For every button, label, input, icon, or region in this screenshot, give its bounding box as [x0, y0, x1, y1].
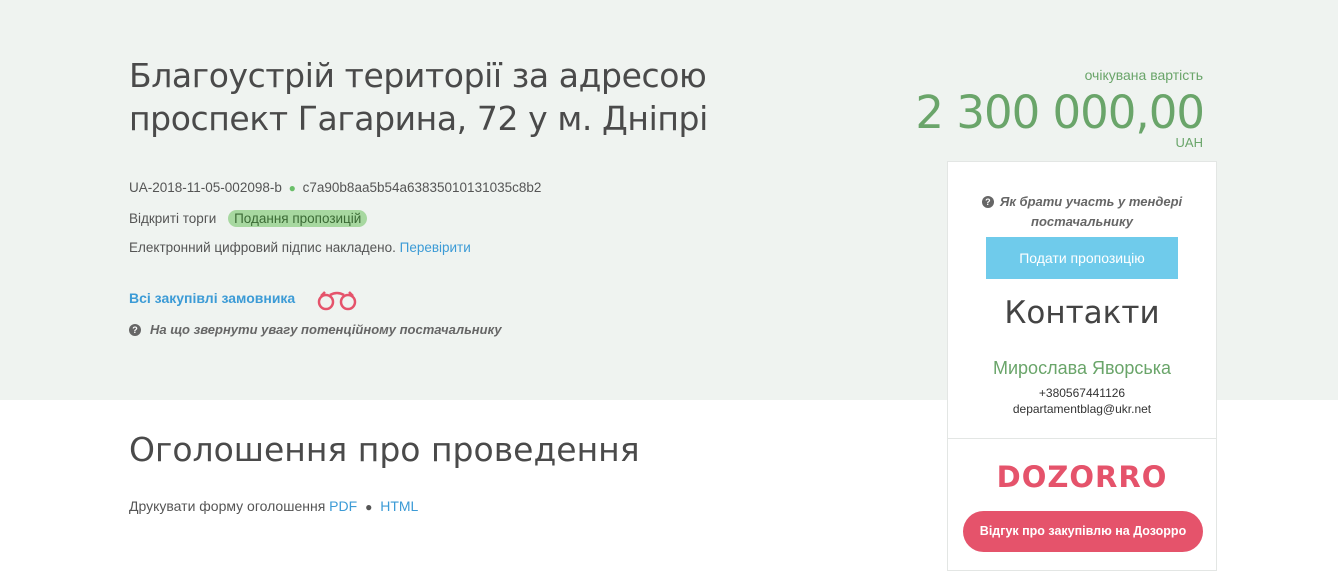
expected-value-label: очікувана вартість [1084, 67, 1203, 83]
divider [948, 438, 1216, 439]
contact-name: Мирослава Яворська [993, 358, 1171, 378]
contacts-title: Контакти [1004, 295, 1160, 331]
print-pdf-link[interactable]: PDF [329, 498, 357, 514]
how-to-participate-link[interactable]: ? Як брати участь у тендері постачальнику [948, 192, 1216, 232]
tender-title: Благоустрій території за адресою проспек… [129, 56, 708, 138]
contact-phone: +380567441126 [1038, 386, 1126, 400]
tender-hash: c7a90b8aa5b54a63835010131035c8b2 [302, 180, 542, 195]
dozorro-logo[interactable]: DOZORRO [948, 460, 1216, 494]
contact-email: departamentblag@ukr.net [1012, 402, 1152, 416]
announcement-title: Оголошення про проведення [129, 430, 640, 469]
dozorro-review-button[interactable]: Відгук про закупівлю на Дозорро [963, 511, 1203, 552]
all-purchases-link[interactable]: Всі закупівлі замовника [129, 290, 295, 306]
supplier-note[interactable]: ? На що звернути увагу потенційному поста… [129, 322, 502, 337]
tender-id: UA-2018-11-05-002098-b [129, 180, 282, 195]
dot-separator-icon: ● [288, 181, 296, 195]
print-html-link[interactable]: HTML [380, 498, 418, 514]
binoculars-icon[interactable] [316, 289, 360, 311]
status-badge: Подання пропозицій [228, 210, 368, 227]
print-form-label: Друкувати форму оголошення [129, 498, 326, 514]
signature-text: Електронний цифровий підпис накладено. [129, 240, 396, 255]
question-circle-icon: ? [981, 196, 994, 208]
verify-signature-link[interactable]: Перевірити [400, 240, 471, 255]
tender-id-line: UA-2018-11-05-002098-b ● c7a90b8aa5b54a6… [129, 180, 541, 195]
how-to-participate-text: Як брати участь у тендері постачальнику [999, 194, 1183, 229]
expected-value-amount: 2 300 000,00 [915, 86, 1205, 139]
procedure-type: Відкриті торги [129, 211, 217, 226]
submit-proposal-button[interactable]: Подати пропозицію [986, 237, 1178, 279]
question-circle-icon: ? [129, 324, 141, 336]
supplier-note-text: На що звернути увагу потенційному постач… [150, 322, 502, 337]
print-form-line: Друкувати форму оголошення PDF ● HTML [129, 498, 418, 514]
expected-value-currency: UAH [1175, 135, 1203, 150]
participation-card: ? Як брати участь у тендері постачальнику… [947, 161, 1217, 571]
dot-separator-icon: ● [365, 500, 373, 514]
signature-line: Електронний цифровий підпис накладено. П… [129, 240, 471, 255]
procedure-line: Відкриті торги Подання пропозицій [129, 210, 368, 227]
